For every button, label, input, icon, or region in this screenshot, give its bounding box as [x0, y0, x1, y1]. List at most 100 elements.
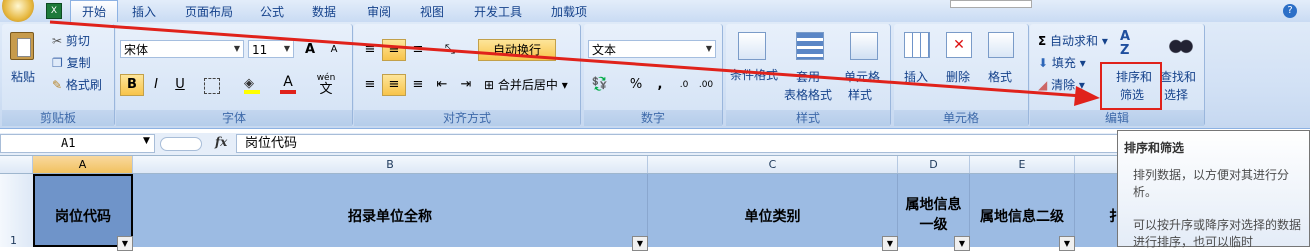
fill-button[interactable]: ⬇ 填充 ▾	[1038, 54, 1086, 71]
table-format-icon	[796, 32, 824, 60]
bold-button[interactable]: B	[120, 74, 144, 96]
copy-button[interactable]: ❐ 复制	[52, 54, 91, 71]
office-button[interactable]	[2, 0, 34, 22]
sigma-icon: Σ	[1038, 34, 1047, 48]
border-icon[interactable]	[204, 78, 220, 94]
function-area: fx	[160, 134, 234, 153]
font-color-icon[interactable]: A	[280, 74, 296, 94]
group-label-styles: 样式	[726, 110, 890, 126]
tab-insert[interactable]: 插入	[122, 3, 166, 21]
paste-icon	[10, 32, 34, 60]
name-box[interactable]: A1	[0, 134, 155, 153]
cell-b1[interactable]: 招录单位全称	[133, 174, 648, 247]
decrease-indent-button[interactable]: ⇤	[430, 74, 454, 96]
insert-cells-button[interactable]: 插入	[904, 68, 928, 85]
format-painter-button[interactable]: ✎ 格式刷	[52, 76, 102, 93]
group-number: 文本 ▼ 💱 % , .0 .00 数字	[584, 24, 723, 126]
wrap-text-button[interactable]: 自动换行	[478, 39, 556, 61]
clear-button[interactable]: ◢ 清除 ▾	[1038, 76, 1085, 93]
merge-icon: ⊞	[484, 78, 495, 92]
grow-font-button[interactable]: A	[298, 39, 322, 61]
autosum-button[interactable]: Σ 自动求和 ▾	[1038, 32, 1108, 49]
increase-indent-button[interactable]: ⇥	[454, 74, 478, 96]
align-right-button[interactable]: ≡	[406, 74, 430, 96]
tooltip-description-2: 可以按升序或降序对选择的数据进行排序，也可以临时	[1133, 218, 1302, 249]
excel-quick-icon[interactable]: X	[46, 3, 62, 19]
align-top-button[interactable]: ≡	[358, 39, 382, 61]
filter-dropdown-c[interactable]: ▼	[882, 236, 898, 251]
column-header-e[interactable]: E	[970, 156, 1075, 173]
align-bottom-button[interactable]: ≡	[406, 39, 430, 61]
shrink-font-button[interactable]: A	[322, 39, 346, 61]
cell-c1[interactable]: 单位类别	[648, 174, 898, 247]
tab-developer[interactable]: 开发工具	[466, 3, 530, 21]
underline-button[interactable]: U	[168, 74, 192, 96]
tab-data[interactable]: 数据	[302, 3, 346, 21]
format-cells-icon	[988, 32, 1014, 58]
italic-button[interactable]: I	[144, 74, 168, 96]
paste-button[interactable]: 粘贴	[11, 68, 35, 85]
align-middle-button[interactable]: ≡	[382, 39, 406, 61]
group-label-alignment: 对齐方式	[354, 110, 580, 126]
help-icon[interactable]: ?	[1283, 4, 1297, 18]
currency-icon[interactable]: 💱	[588, 74, 612, 96]
align-center-button[interactable]: ≡	[382, 74, 406, 96]
find-select-button-2[interactable]: 选择	[1164, 86, 1188, 103]
insert-function-icon[interactable]: fx	[215, 135, 227, 149]
scissors-icon: ✂	[52, 34, 63, 48]
filter-dropdown-d[interactable]: ▼	[954, 236, 970, 251]
paintbrush-icon: ✎	[52, 78, 63, 92]
conditional-format-icon	[738, 32, 766, 60]
delete-cells-button[interactable]: 删除	[946, 68, 970, 85]
column-header-d[interactable]: D	[898, 156, 970, 173]
number-format-select[interactable]: 文本 ▼	[588, 40, 716, 58]
tab-formulas[interactable]: 公式	[250, 3, 294, 21]
formula-bar-resize-handle[interactable]	[160, 137, 202, 151]
align-left-button[interactable]: ≡	[358, 74, 382, 96]
comma-button[interactable]: ,	[648, 74, 672, 96]
filter-dropdown-b[interactable]: ▼	[632, 236, 648, 251]
orientation-button[interactable]: ⤡	[438, 39, 462, 61]
conditional-format-button[interactable]: 条件格式	[730, 66, 778, 83]
column-header-c[interactable]: C	[648, 156, 898, 173]
row-number-1[interactable]: 1	[10, 234, 17, 247]
font-name-select[interactable]: 宋体 ▼	[120, 40, 244, 58]
group-label-number: 数字	[584, 110, 722, 126]
cut-button[interactable]: ✂ 剪切	[52, 32, 90, 49]
tab-review[interactable]: 审阅	[356, 3, 402, 21]
decrease-decimal-button[interactable]: .00	[694, 74, 718, 96]
group-cells: 插入 ✕ 删除 格式 单元格	[894, 24, 1029, 126]
format-as-table-button[interactable]: 套用	[796, 68, 820, 85]
percent-button[interactable]: %	[624, 74, 648, 96]
tooltip-description: 排列数据，以方便对其进行分析。	[1133, 168, 1290, 199]
tab-page-layout[interactable]: 页面布局	[178, 3, 240, 21]
phonetic-button[interactable]: wén 文	[312, 72, 340, 98]
format-cells-button[interactable]: 格式	[988, 68, 1012, 85]
format-as-table-button-2[interactable]: 表格格式	[784, 86, 832, 103]
select-all-corner[interactable]	[0, 156, 33, 173]
tab-view[interactable]: 视图	[410, 3, 454, 21]
insert-cells-icon	[904, 32, 930, 58]
group-alignment: ≡ ≡ ≡ ⤡ 自动换行 ≡ ≡ ≡ ⇤ ⇥ ⊞ 合并后居中 ▾ 对齐方式	[354, 24, 581, 126]
group-label-cells: 单元格	[894, 110, 1028, 126]
increase-decimal-button[interactable]: .0	[672, 74, 696, 96]
delete-cells-icon: ✕	[946, 32, 972, 58]
tab-home[interactable]: 开始	[70, 0, 118, 23]
column-header-a[interactable]: A	[33, 156, 133, 173]
window-restore-area	[950, 0, 1032, 8]
name-box-dropdown-icon[interactable]: ▼	[143, 136, 150, 146]
filter-dropdown-e[interactable]: ▼	[1059, 236, 1075, 251]
find-select-button[interactable]: 查找和	[1160, 68, 1196, 85]
cell-styles-button-2[interactable]: 样式	[848, 86, 872, 103]
cell-styles-button[interactable]: 单元格	[844, 68, 880, 85]
fill-color-icon[interactable]: ◈	[244, 76, 260, 94]
tooltip-title: 排序和筛选	[1124, 141, 1185, 155]
column-header-b[interactable]: B	[133, 156, 648, 173]
group-label-clipboard: 剪贴板	[2, 110, 114, 126]
font-size-select[interactable]: 11 ▼	[248, 40, 294, 58]
tab-addins[interactable]: 加载项	[540, 3, 598, 21]
group-styles: 条件格式 套用 表格格式 单元格 样式 样式	[726, 24, 891, 126]
merge-center-button[interactable]: ⊞ 合并后居中 ▾	[484, 76, 568, 93]
filter-dropdown-a[interactable]: ▼	[117, 236, 133, 251]
sort-filter-icon: AZ	[1120, 29, 1131, 58]
